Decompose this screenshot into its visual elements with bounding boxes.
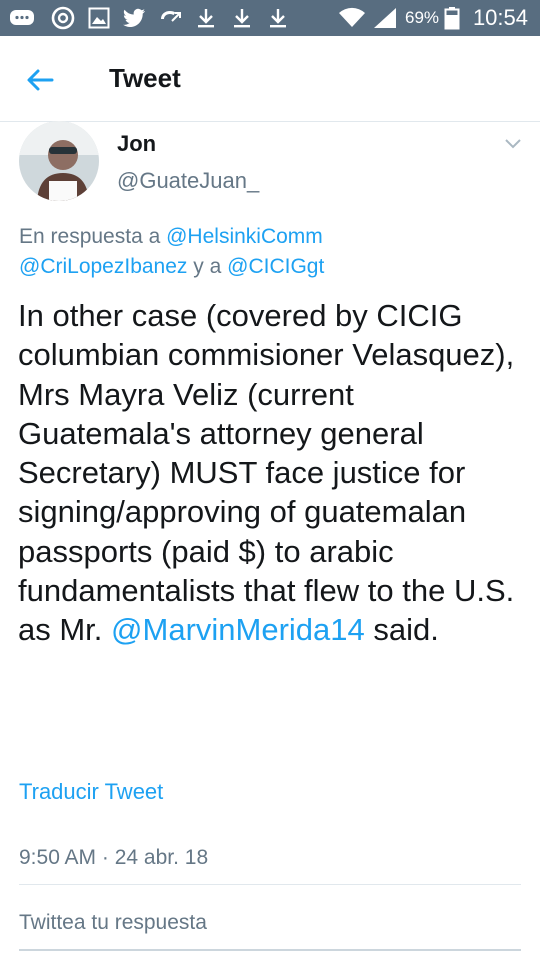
sync-icon: [50, 6, 76, 30]
reply-prefix: En respuesta a: [19, 225, 161, 248]
reply-input-underline: [19, 949, 521, 951]
twitter-icon: [122, 8, 146, 28]
author-handle[interactable]: @GuateJuan_: [117, 168, 259, 194]
tweet-body: In other case (covered by CICIG columbia…: [18, 298, 515, 648]
reply-joiner: y a: [193, 255, 222, 278]
gallery-icon: [88, 7, 110, 29]
tweet-text: In other case (covered by CICIG columbia…: [18, 296, 528, 650]
tweet-body-end: said.: [373, 612, 439, 648]
download-icon: [268, 8, 288, 28]
author-name[interactable]: Jon: [117, 131, 156, 157]
status-bar: 69% 10:54: [0, 0, 540, 36]
wifi-icon: [338, 7, 366, 28]
mention-link[interactable]: @CriLopezIbanez: [19, 255, 187, 278]
download-icon: [196, 8, 216, 28]
reply-input[interactable]: Twittea tu respuesta: [19, 911, 207, 935]
mention-link[interactable]: @HelsinkiComm: [166, 225, 323, 248]
mention-link[interactable]: @CICIGgt: [227, 255, 324, 278]
avatar[interactable]: [19, 121, 99, 201]
reply-context: En respuesta a @HelsinkiComm @CriLopezIba…: [19, 222, 519, 282]
chevron-down-icon[interactable]: [503, 137, 523, 151]
missed-call-icon: [158, 8, 184, 28]
signal-icon: [372, 8, 398, 28]
battery-icon: [444, 7, 460, 30]
translate-tweet-link[interactable]: Traducir Tweet: [19, 779, 163, 805]
page-title: Tweet: [109, 63, 181, 93]
download-icon: [232, 8, 252, 28]
top-app-bar: Tweet: [0, 36, 540, 122]
messages-icon: [8, 8, 36, 28]
divider: [19, 884, 521, 885]
tweet-timestamp: 9:50 AM · 24 abr. 18: [19, 846, 209, 869]
status-time: 10:54: [472, 5, 528, 30]
arrow-left-icon[interactable]: [24, 64, 60, 96]
mention-link[interactable]: @MarvinMerida14: [111, 612, 365, 647]
battery-percent: 69%: [405, 8, 440, 27]
